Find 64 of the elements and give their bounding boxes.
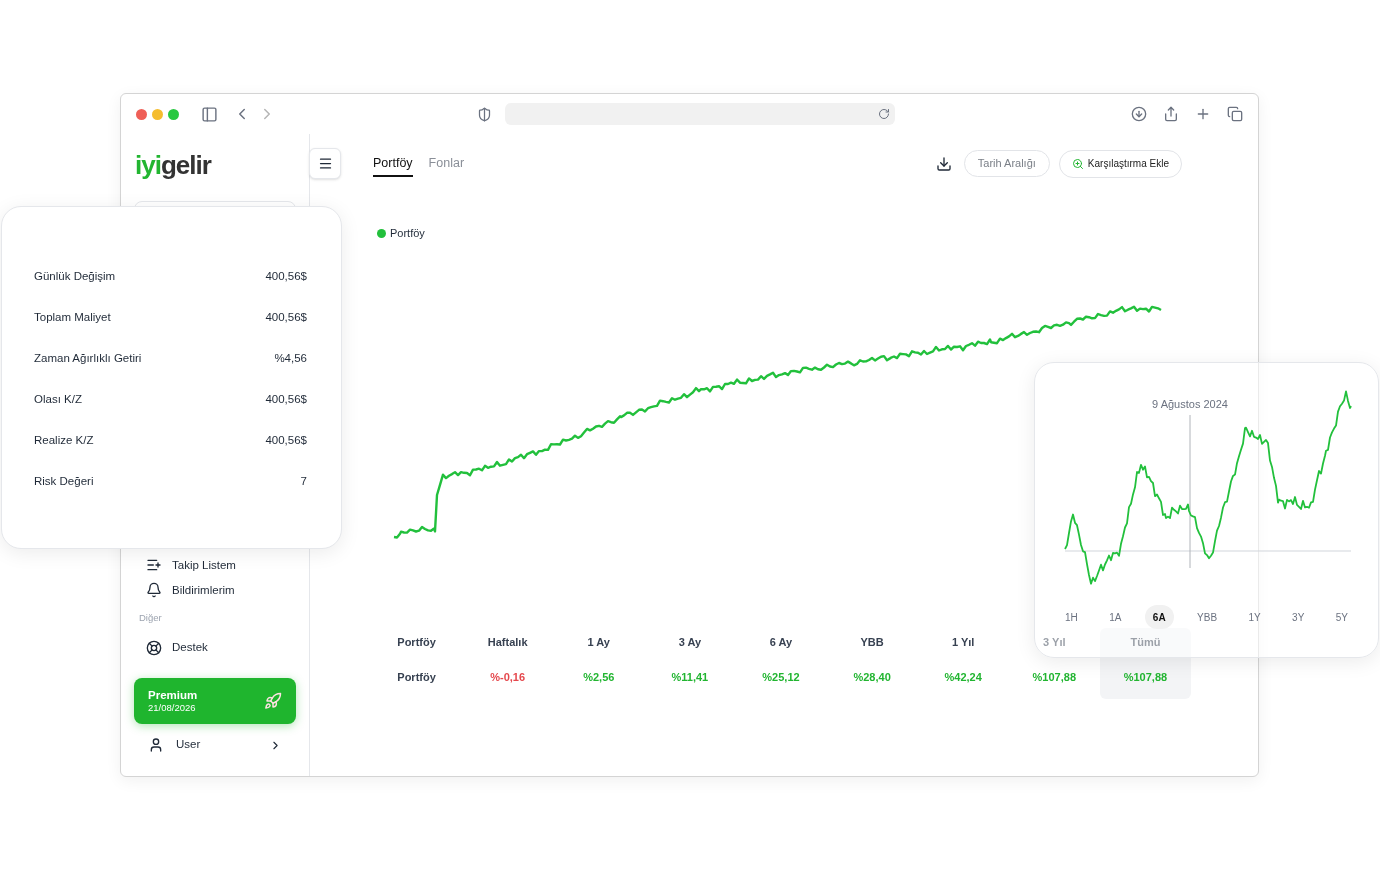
share-icon[interactable] [1163,106,1179,122]
stat-value: %4,56 [274,350,307,366]
downloads-icon[interactable] [1131,106,1147,122]
app-logo: iyigelir [134,152,213,178]
range-button[interactable]: 1H [1057,605,1086,629]
stat-value: 400,56$ [265,432,307,448]
user-icon [148,737,164,753]
range-button[interactable]: 5Y [1327,605,1356,629]
column-header: Tümü [1099,627,1191,656]
download-icon[interactable] [935,155,952,172]
table-cell-text: %28,40 [852,670,892,685]
table-cell-text: %107,88 [1031,670,1078,685]
legend-label: Portföy [390,226,425,241]
range-button[interactable]: 1A [1101,605,1130,629]
menu-button[interactable] [309,148,341,179]
stat-label: Günlük Değişim [34,268,116,284]
sidebar-item[interactable]: Destek [134,635,296,660]
column-header: 1 Yıl [951,634,976,650]
stat-value: 400,56$ [265,391,307,407]
stat-label: Olası K/Z [34,391,82,407]
column-header: Haftalık [486,634,529,650]
menu-icon [317,156,333,171]
new-tab-icon[interactable] [1195,106,1211,122]
section-label: Diğer [138,610,163,625]
range-button[interactable]: YBB [1189,605,1226,629]
table-cell-text: Portföy [396,670,437,685]
stat-value: 400,56$ [265,268,307,284]
stat-value: 400,56$ [265,309,307,325]
table-cell: %107,88 [1099,656,1191,699]
column-header: 3 Yıl [1042,634,1067,650]
premium-date: 21/08/2026 [148,702,197,715]
range-button[interactable]: 1Y [1240,605,1269,629]
bell-icon [146,582,162,599]
range-button[interactable]: 3Y [1284,605,1313,629]
column-header: Portföy [396,634,437,650]
lifebuoy-icon [146,639,162,656]
sidebar-toggle-icon[interactable] [201,105,218,123]
table-cell-text: %2,56 [582,670,616,685]
stat-label: Risk Değeri [34,473,94,489]
sidebar-item[interactable]: Takip Listem [134,552,296,578]
user-menu[interactable]: User [134,734,296,756]
stat-label: Toplam Maliyet [34,309,111,325]
table-cell-text: %25,12 [761,670,801,685]
stat-label: Zaman Ağırlıklı Getiri [34,350,142,366]
tabs-overview-icon[interactable] [1227,106,1243,122]
column-header: 6 Ay [768,634,794,650]
table-cell-text: %42,24 [943,670,983,685]
stat-value: 7 [300,473,307,489]
table-cell-text: %11,41 [670,670,710,685]
column-header: 1 Ay [586,634,611,650]
tab[interactable]: Fonlar [428,150,465,177]
shield-icon[interactable] [477,106,492,122]
column-header: YBB [859,634,885,650]
premium-title: Premium [148,687,198,703]
sidebar-item[interactable]: Bildirimlerim [134,577,296,603]
column-header: 3 Ay [677,634,703,650]
zoom-in-icon [1071,157,1084,170]
tab[interactable]: Portföy [373,150,413,177]
table-cell-text: %-0,16 [489,670,527,685]
stat-label: Realize K/Z [34,432,94,448]
premium-card[interactable]: Premium 21/08/2026 [134,678,296,724]
reload-icon[interactable] [878,108,890,120]
tooltip-date: 9 Ağustos 2024 [1151,397,1229,412]
rocket-icon [264,692,282,710]
